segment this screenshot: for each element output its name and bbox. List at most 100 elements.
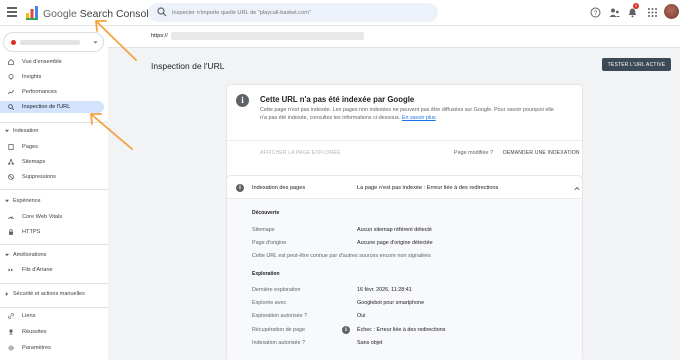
discovery-note: Cette URL est peut-être connue par d'aut… (252, 253, 431, 259)
sidebar-item-label: Performances (22, 89, 57, 95)
card-divider (227, 140, 582, 141)
info-icon[interactable]: i (342, 326, 350, 334)
status-title: Cette URL n'a pas été indexée par Google (260, 95, 415, 104)
sidebar-item-core-web-vitals[interactable]: Core Web Vitals (0, 211, 104, 223)
sidebar-item-removals[interactable]: Suppressions (0, 171, 104, 183)
sidebar-item-pages[interactable]: Pages (0, 141, 104, 153)
gear-icon (8, 345, 14, 351)
detail-value: Aucune page d'origine détectée (357, 240, 433, 246)
sidebar-item-label: Réussites (22, 329, 47, 335)
insights-icon (8, 74, 14, 80)
sidebar-item-sitemaps[interactable]: Sitemaps (0, 156, 104, 168)
app-title[interactable]: Google Search Console (43, 8, 155, 20)
detail-value: Aucun sitemap référent détecté (357, 227, 432, 233)
page-indexing-header[interactable]: i Indexation des pages La page n'est pas… (227, 176, 582, 199)
info-icon: i (236, 94, 249, 107)
detail-label: Sitemaps (252, 227, 275, 233)
request-indexing-button[interactable]: DEMANDER UNE INDEXATION (503, 150, 580, 156)
section-title: Sécurité et actions manuelles (13, 291, 85, 297)
menu-icon[interactable] (7, 7, 17, 17)
detail-label: Explorée avec (252, 300, 287, 306)
page-indexing-status: La page n'est pas indexée : Erreur liée … (357, 185, 499, 191)
section-security[interactable]: Sécurité et actions manuelles (0, 291, 85, 297)
sitemap-icon (8, 159, 14, 165)
help-icon[interactable]: ? (590, 7, 601, 18)
section-enhancements[interactable]: Améliorations (0, 252, 46, 258)
sidebar-item-label: Core Web Vitals (22, 214, 63, 220)
learn-more-link[interactable]: En savoir plus (402, 115, 436, 121)
sidebar-item-url-inspection[interactable]: Inspection de l'URL (0, 101, 104, 113)
sidebar: Vue d'ensemble Insights Performances Ins… (0, 26, 108, 360)
section-title: Expérience (13, 198, 41, 204)
detail-value: Oui (357, 313, 366, 319)
sidebar-item-https[interactable]: HTTPS (0, 226, 104, 238)
sidebar-item-label: HTTPS (22, 229, 41, 235)
sidebar-item-label: Pages (22, 144, 38, 150)
page-indexing-details: Découverte Sitemaps Aucun sitemap référe… (227, 199, 582, 360)
users-icon[interactable] (609, 7, 620, 18)
sidebar-item-achievements[interactable]: Réussites (0, 326, 104, 338)
detail-value: Sans objet (357, 340, 383, 346)
info-icon: i (236, 184, 244, 192)
pages-icon (8, 144, 14, 150)
property-name-redacted (20, 40, 80, 45)
page-indexing-card: i Indexation des pages La page n'est pas… (227, 176, 582, 360)
detail-value: 16 févr. 2026, 11:28:41 (357, 287, 412, 293)
sidebar-item-links[interactable]: Liens (0, 310, 104, 322)
sidebar-item-label: Suppressions (22, 174, 56, 180)
detail-value: Échec : Erreur liée à des redirections (357, 327, 446, 333)
sidebar-item-label: Paramètres (22, 345, 51, 351)
crawl-heading: Exploration (252, 271, 280, 277)
sidebar-item-overview[interactable]: Vue d'ensemble (0, 56, 104, 68)
sidebar-item-settings[interactable]: Paramètres (0, 342, 104, 354)
sidebar-item-insights[interactable]: Insights (0, 71, 104, 83)
search-console-logo[interactable] (25, 5, 39, 21)
detail-label: Exploration autorisée ? (252, 313, 308, 319)
link-icon (8, 313, 14, 319)
page-indexing-label: Indexation des pages (252, 185, 306, 191)
chevron-down-icon (93, 41, 98, 44)
sidebar-divider (0, 122, 108, 123)
inspected-url-redacted (171, 32, 364, 40)
sidebar-item-label: Vue d'ensemble (22, 59, 62, 65)
inspected-url-prefix: https:// (151, 33, 168, 39)
svg-text:?: ? (594, 10, 598, 17)
expand-icon (5, 292, 9, 296)
section-title: Indexation (13, 128, 39, 134)
sidebar-item-label: Insights (22, 74, 42, 80)
gauge-icon (8, 216, 14, 220)
property-favicon-icon (11, 40, 16, 45)
sidebar-divider (0, 283, 108, 284)
view-crawled-page-button[interactable]: AFFICHER LA PAGE EXPLORÉE (260, 150, 341, 156)
detail-value: Googlebot pour smartphone (357, 300, 425, 306)
section-experience[interactable]: Expérience (0, 198, 41, 204)
collapse-icon (5, 129, 9, 133)
top-bar: Google Search Console ? 9 (0, 0, 680, 26)
sidebar-item-breadcrumbs[interactable]: Fils d'Ariane (0, 264, 104, 276)
url-inspect-search[interactable] (148, 3, 438, 22)
lock-icon (9, 229, 13, 235)
breadcrumb-icon (8, 268, 13, 272)
chevron-up-icon[interactable] (574, 186, 580, 191)
sidebar-item-performance[interactable]: Performances (0, 86, 104, 98)
sidebar-item-label: Sitemaps (22, 159, 46, 165)
detail-label: Récupération de page (252, 327, 306, 333)
avatar[interactable] (664, 4, 679, 19)
apps-grid-icon[interactable] (647, 7, 658, 18)
detail-label: Page d'origine (252, 240, 287, 246)
section-title: Améliorations (13, 252, 47, 258)
search-input[interactable] (172, 6, 432, 19)
trophy-icon (9, 329, 13, 335)
sidebar-item-label: Inspection de l'URL (22, 104, 71, 110)
section-indexing[interactable]: Indexation (0, 128, 38, 134)
sidebar-divider (0, 244, 108, 245)
notification-badge: 9 (633, 3, 639, 9)
detail-label: Dernière exploration (252, 287, 301, 293)
status-description: Cette page n'est pas indexée. Les pages … (260, 107, 560, 122)
property-selector[interactable] (3, 32, 104, 52)
test-live-url-button[interactable]: TESTER L'URL ACTIVE (602, 58, 671, 71)
collapse-icon (5, 199, 9, 203)
sidebar-item-label: Liens (22, 313, 36, 319)
main-content: https:// Inspection de l'URL TESTER L'UR… (108, 26, 680, 360)
sidebar-divider (0, 307, 108, 308)
